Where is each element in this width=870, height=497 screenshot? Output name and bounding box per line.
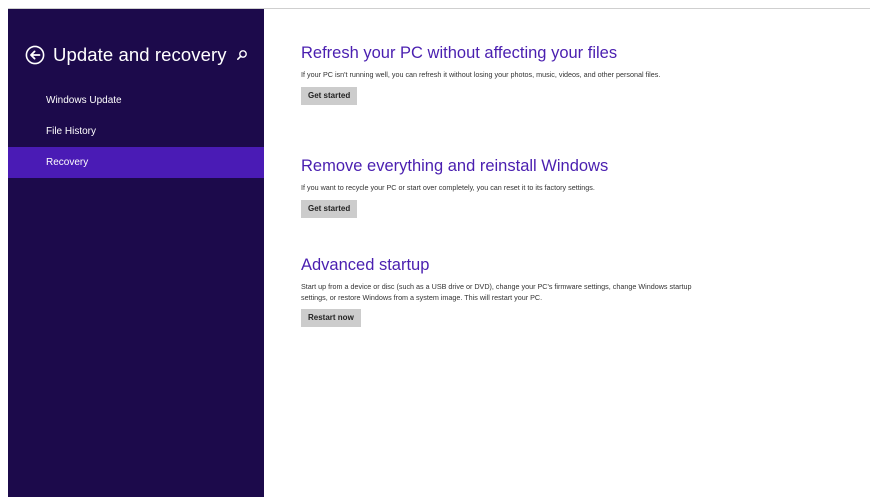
sidebar-item-label: Recovery	[46, 157, 89, 168]
sidebar: Update and recovery Windows Update File …	[8, 9, 264, 497]
sidebar-item-label: File History	[46, 126, 97, 137]
sidebar-item-file-history[interactable]: File History	[8, 116, 264, 147]
sidebar-header: Update and recovery	[24, 41, 250, 69]
search-icon[interactable]	[234, 47, 250, 63]
section-description: Start up from a device or disc (such as …	[301, 282, 692, 302]
reset-section: Remove everything and reinstall Windows …	[301, 155, 696, 218]
section-title: Remove everything and reinstall Windows	[301, 157, 609, 175]
sidebar-item-windows-update[interactable]: Windows Update	[8, 85, 264, 116]
refresh-section: Refresh your PC without affecting your f…	[301, 42, 696, 105]
section-description: If you want to recycle your PC or start …	[301, 183, 595, 192]
back-arrow-icon[interactable]	[24, 44, 46, 66]
reset-get-started-button[interactable]: Get started	[301, 199, 358, 218]
advanced-startup-section: Advanced startup Start up from a device …	[301, 254, 696, 327]
main-content: Refresh your PC without affecting your f…	[264, 9, 870, 497]
restart-now-button[interactable]: Restart now	[301, 309, 361, 327]
sidebar-item-recovery[interactable]: Recovery	[8, 147, 264, 178]
settings-window: Update and recovery Windows Update File …	[8, 8, 870, 497]
sidebar-nav: Windows Update File History Recovery	[8, 85, 264, 178]
section-title: Refresh your PC without affecting your f…	[301, 44, 618, 62]
sidebar-title: Update and recovery	[53, 44, 227, 65]
sidebar-item-label: Windows Update	[46, 95, 122, 106]
refresh-get-started-button[interactable]: Get started	[301, 86, 358, 105]
section-description: If your PC isn't running well, you can r…	[301, 70, 661, 79]
section-title: Advanced startup	[301, 256, 430, 274]
